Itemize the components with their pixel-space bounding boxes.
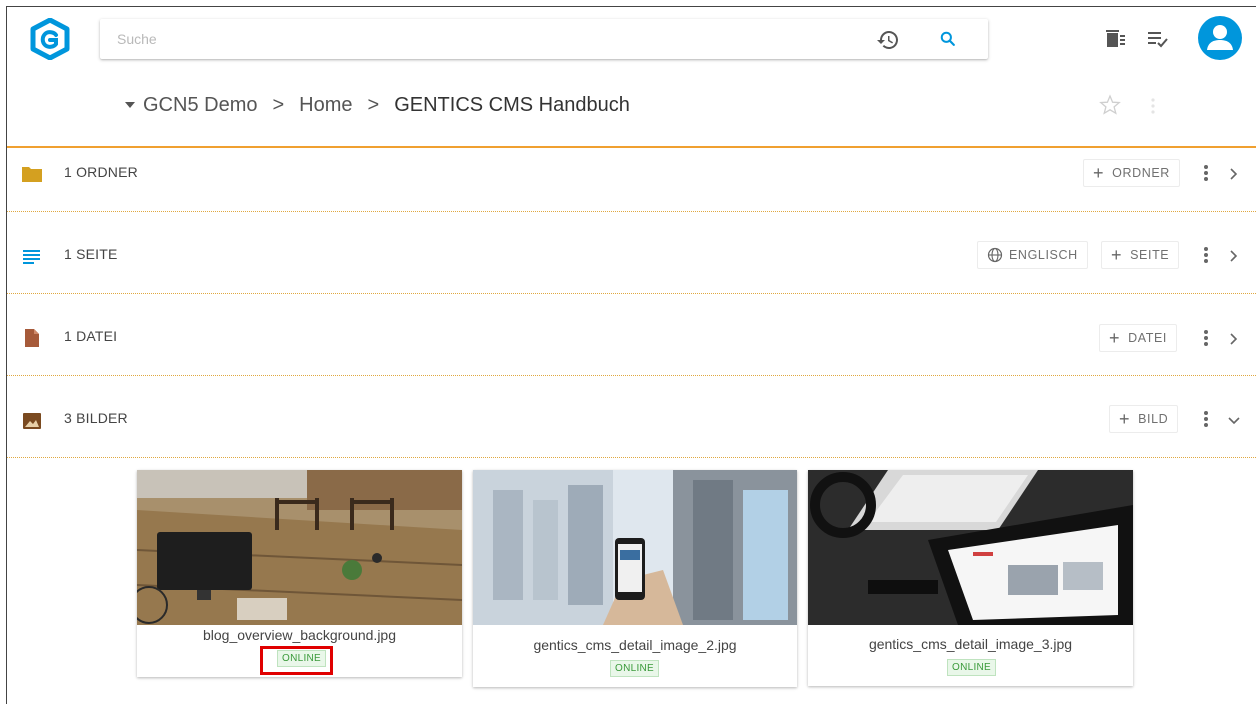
highlight-box — [260, 646, 333, 675]
section-title: 3 BILDER — [64, 410, 128, 426]
file-icon — [25, 329, 39, 347]
folder-icon — [22, 167, 42, 182]
image-icon — [23, 413, 41, 429]
wastebin-icon[interactable] — [1104, 27, 1128, 51]
add-file-button[interactable]: + DATEI — [1099, 324, 1178, 352]
add-folder-button[interactable]: + ORDNER — [1083, 159, 1180, 187]
image-thumbnail[interactable] — [473, 470, 797, 625]
breadcrumb-item-current[interactable]: GENTICS CMS Handbuch — [394, 94, 630, 117]
caret-down-icon[interactable] — [125, 102, 135, 108]
chevron-right-icon: > — [367, 93, 380, 116]
section-title: 1 DATEI — [64, 328, 118, 344]
more-options-icon[interactable] — [1150, 96, 1156, 116]
user-avatar-icon[interactable] — [1198, 16, 1242, 60]
button-label: ORDNER — [1112, 166, 1170, 180]
search-placeholder: Suche — [117, 31, 157, 47]
plus-icon: + — [1109, 328, 1121, 348]
button-label: ENGLISCH — [1009, 248, 1078, 262]
section-pages[interactable]: 1 SEITE ENGLISCH + SEITE — [7, 212, 1256, 294]
image-card[interactable]: gentics_cms_detail_image_3.jpg ONLINE — [808, 470, 1133, 686]
image-filename[interactable]: blog_overview_background.jpg — [137, 627, 462, 643]
section-title: 1 ORDNER — [64, 164, 138, 180]
add-image-button[interactable]: + BILD — [1109, 405, 1179, 433]
more-options-icon[interactable] — [1203, 328, 1209, 348]
button-label: BILD — [1138, 412, 1169, 426]
section-folders[interactable]: 1 ORDNER + ORDNER — [7, 130, 1256, 212]
image-card[interactable]: gentics_cms_detail_image_2.jpg ONLINE — [473, 470, 797, 687]
button-label: SEITE — [1130, 248, 1170, 262]
globe-icon — [987, 247, 1003, 263]
history-icon[interactable] — [876, 28, 900, 52]
search-bar[interactable]: Suche — [100, 19, 988, 59]
breadcrumb-item-home[interactable]: Home — [299, 94, 352, 117]
chevron-right-icon[interactable] — [1227, 249, 1241, 263]
gentics-logo[interactable] — [30, 18, 70, 60]
image-thumbnail[interactable] — [137, 470, 462, 625]
section-files[interactable]: 1 DATEI + DATEI — [7, 294, 1256, 376]
search-icon[interactable] — [938, 29, 958, 49]
breadcrumb-item-node[interactable]: GCN5 Demo — [143, 94, 257, 117]
image-thumbnail[interactable] — [808, 470, 1133, 625]
section-divider — [7, 457, 1256, 458]
button-label: DATEI — [1128, 331, 1168, 345]
chevron-right-icon[interactable] — [1227, 167, 1241, 181]
image-filename[interactable]: gentics_cms_detail_image_2.jpg — [473, 637, 797, 653]
chevron-right-icon: > — [272, 93, 285, 116]
chevron-down-icon[interactable] — [1227, 414, 1241, 428]
add-page-button[interactable]: + SEITE — [1101, 241, 1180, 269]
star-outline-icon[interactable] — [1098, 93, 1122, 117]
language-button[interactable]: ENGLISCH — [977, 241, 1088, 269]
task-list-icon[interactable] — [1146, 27, 1170, 51]
section-title: 1 SEITE — [64, 246, 118, 262]
page-icon — [23, 250, 40, 264]
status-badge: ONLINE — [947, 659, 997, 676]
section-images[interactable]: 3 BILDER + BILD — [7, 376, 1256, 458]
more-options-icon[interactable] — [1203, 163, 1209, 183]
status-badge: ONLINE — [610, 660, 660, 677]
chevron-right-icon[interactable] — [1227, 332, 1241, 346]
breadcrumb: GCN5 Demo > Home > GENTICS CMS Handbuch — [125, 92, 630, 118]
plus-icon: + — [1119, 409, 1131, 429]
more-options-icon[interactable] — [1203, 245, 1209, 265]
plus-icon: + — [1093, 163, 1105, 183]
more-options-icon[interactable] — [1203, 409, 1209, 429]
image-filename[interactable]: gentics_cms_detail_image_3.jpg — [808, 636, 1133, 652]
plus-icon: + — [1111, 245, 1123, 265]
